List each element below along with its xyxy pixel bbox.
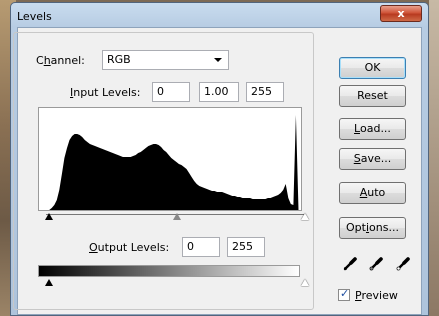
- window-title: Levels: [17, 10, 52, 23]
- check-icon: ✓: [340, 287, 350, 300]
- desktop-background-right: [429, 0, 439, 316]
- options-button[interactable]: Options...: [339, 217, 406, 239]
- histogram-area: [39, 115, 301, 210]
- ok-button[interactable]: OK: [339, 57, 406, 79]
- close-icon: x: [397, 7, 405, 20]
- histogram-chart: [39, 115, 301, 210]
- preview-checkbox[interactable]: ✓: [338, 287, 350, 301]
- output-levels-label: Output Levels:: [89, 241, 170, 254]
- output-white-field[interactable]: 255: [227, 237, 265, 257]
- output-black-field[interactable]: 0: [182, 237, 220, 257]
- white-point-eyedropper-icon[interactable]: [395, 254, 413, 272]
- auto-button[interactable]: Auto: [339, 182, 406, 204]
- preview-label: Preview: [355, 289, 398, 302]
- save-button[interactable]: Save...: [339, 148, 406, 170]
- close-button[interactable]: x: [380, 5, 422, 22]
- chevron-down-icon: [214, 58, 222, 62]
- input-levels-label: Input Levels:: [70, 86, 141, 99]
- output-white-slider-handle[interactable]: [301, 279, 309, 286]
- channel-label: Channel:: [36, 54, 85, 67]
- reset-button[interactable]: Reset: [339, 85, 406, 107]
- input-black-field[interactable]: 0: [152, 82, 190, 102]
- input-white-field[interactable]: 255: [246, 82, 284, 102]
- output-black-slider-handle[interactable]: [45, 279, 53, 286]
- input-white-slider-handle[interactable]: [301, 213, 309, 220]
- histogram-panel: [38, 107, 302, 211]
- input-black-slider-handle[interactable]: [45, 213, 53, 220]
- channel-select-value: RGB: [107, 53, 131, 66]
- load-button[interactable]: Load...: [339, 118, 406, 140]
- input-gray-slider-handle[interactable]: [173, 213, 181, 220]
- black-point-eyedropper-icon[interactable]: [342, 254, 360, 272]
- gray-point-eyedropper-icon[interactable]: [368, 254, 386, 272]
- input-gamma-field[interactable]: 1.00: [199, 82, 239, 102]
- channel-select[interactable]: RGB: [102, 50, 229, 70]
- output-gradient-bar: [38, 265, 300, 277]
